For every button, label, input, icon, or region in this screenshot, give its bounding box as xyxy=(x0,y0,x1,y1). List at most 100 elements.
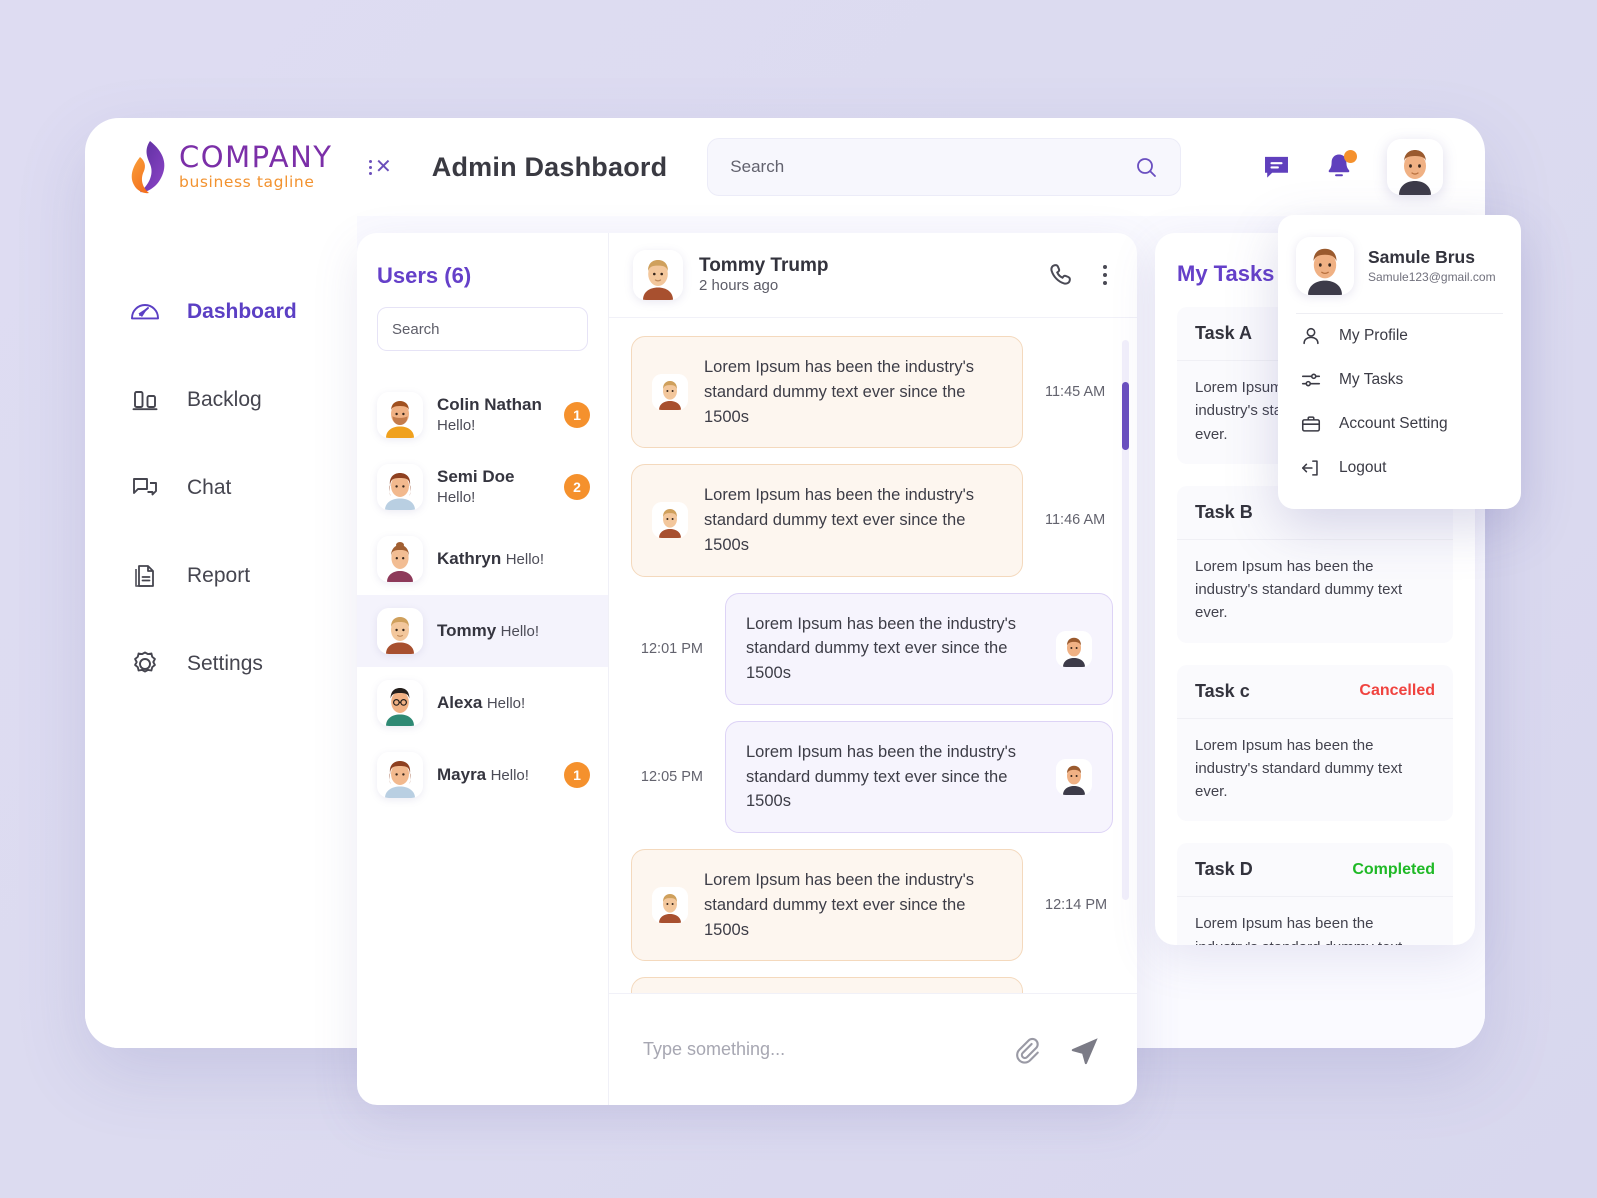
message-text: Lorem Ipsum has been the industry's stan… xyxy=(704,358,975,426)
dropdown-item-my-profile[interactable]: My Profile xyxy=(1278,314,1521,358)
sidebar-item-chat[interactable]: Chat xyxy=(85,444,357,532)
notification-dot xyxy=(1344,150,1357,163)
user-name: Tommy xyxy=(437,620,497,640)
list-item[interactable]: Mayra Hello! 1 xyxy=(357,739,608,811)
message-row: Lorem Ipsum has been the industry's stan… xyxy=(631,849,1113,962)
list-item[interactable]: Tommy Hello! xyxy=(357,595,608,667)
task-card[interactable]: Task D Completed Lorem Ipsum has been th… xyxy=(1177,843,1453,945)
user-name: Semi Doe xyxy=(437,467,515,487)
message-bubble: Lorem Ipsum has been the industry's stan… xyxy=(725,720,1113,833)
list-item-meta: Tommy Hello! xyxy=(437,620,590,642)
message-input[interactable] xyxy=(643,1039,983,1060)
sidebar: Dashboard Backlog Chat Report Settings xyxy=(85,216,357,1048)
avatar xyxy=(377,680,423,726)
status-badge: Cancelled xyxy=(1359,682,1435,699)
task-name: Task A xyxy=(1195,323,1253,343)
menu-dots-icon xyxy=(369,159,372,175)
message-row: Lorem Ipsum has been the industry's stan… xyxy=(631,977,1113,993)
message-row: Lorem Ipsum has been the industry's stan… xyxy=(631,464,1113,577)
dropdown-item-account-setting[interactable]: Account Setting xyxy=(1278,402,1521,446)
dropdown-item-my-tasks[interactable]: My Tasks xyxy=(1278,358,1521,402)
sliders-icon xyxy=(1301,373,1321,387)
conversation-header: Tommy Trump 2 hours ago xyxy=(609,233,1137,318)
task-card[interactable]: Task B Lorem Ipsum has been the industry… xyxy=(1177,485,1453,643)
close-icon: ✕ xyxy=(375,156,392,178)
message-text: Lorem Ipsum has been the industry's stan… xyxy=(746,742,1017,811)
users-search[interactable] xyxy=(377,307,591,351)
more-vertical-icon[interactable] xyxy=(1103,265,1107,285)
sidebar-item-report[interactable]: Report xyxy=(85,532,357,620)
user-name: Colin Nathan xyxy=(437,395,542,415)
avatar xyxy=(652,374,688,411)
sidebar-item-label: Report xyxy=(187,564,251,587)
bell-icon[interactable] xyxy=(1325,150,1357,182)
user-name: Mayra xyxy=(437,764,487,784)
user-preview: Hello! xyxy=(437,488,476,506)
global-search[interactable] xyxy=(707,138,1182,196)
sidebar-item-label: Chat xyxy=(187,476,232,499)
avatar xyxy=(377,608,423,654)
user-name: Alexa xyxy=(437,692,483,712)
search-icon[interactable] xyxy=(1134,155,1158,179)
sidebar-item-label: Settings xyxy=(187,652,263,675)
scrollbar-thumb[interactable] xyxy=(1122,382,1129,450)
task-description: Lorem Ipsum has been the industry's stan… xyxy=(1195,736,1403,801)
dropdown-item-label: Logout xyxy=(1339,459,1387,476)
phone-icon[interactable] xyxy=(1047,261,1075,289)
dropdown-item-logout[interactable]: Logout xyxy=(1278,446,1521,490)
profile-avatar-button[interactable] xyxy=(1387,139,1443,195)
profile-dropdown: Samule Brus Samule123@gmail.com My Profi… xyxy=(1278,215,1521,509)
message-bubble: Lorem Ipsum has been the industry's stan… xyxy=(631,464,1023,577)
conversation-actions xyxy=(1047,261,1107,289)
chat-card: Users (6) Search Colin Nathan Hello! 1 S… xyxy=(357,233,1137,1105)
task-header: Task D Completed xyxy=(1177,843,1453,898)
speedometer-icon xyxy=(128,295,162,329)
users-panel-title: Users (6) xyxy=(377,263,472,288)
contact-name: Tommy Trump xyxy=(699,255,829,276)
paperclip-icon[interactable] xyxy=(1011,1035,1041,1065)
users-search-input[interactable] xyxy=(392,320,591,338)
send-icon[interactable] xyxy=(1069,1034,1101,1066)
unread-badge: 1 xyxy=(564,402,590,428)
message-time: 12:05 PM xyxy=(640,768,703,785)
message-time: 12:14 PM xyxy=(1045,897,1108,914)
app-window: COMPANY business tagline ✕ Admin Dashbao… xyxy=(85,118,1485,1105)
search-input[interactable] xyxy=(730,157,1135,177)
chat-bubbles-icon xyxy=(128,471,162,505)
brand-logo[interactable]: COMPANY business tagline xyxy=(85,118,357,216)
list-item[interactable]: Colin Nathan Hello! 1 xyxy=(357,379,608,451)
list-item-meta: Semi Doe Hello! xyxy=(437,466,550,508)
sidebar-item-settings[interactable]: Settings xyxy=(85,620,357,708)
message-icon-glyph xyxy=(1265,156,1288,178)
dropdown-item-label: My Tasks xyxy=(1339,371,1404,388)
menu-close-icon[interactable]: ✕ xyxy=(369,157,392,177)
sidebar-item-backlog[interactable]: Backlog xyxy=(85,356,357,444)
message-text: Lorem Ipsum has been the industry's stan… xyxy=(704,486,975,554)
task-name: Task B xyxy=(1195,501,1253,522)
message-text: Lorem Ipsum has been the industry's stan… xyxy=(746,614,1017,683)
message-icon[interactable] xyxy=(1262,153,1291,182)
message-row: 12:05 PM Lorem Ipsum has been the indust… xyxy=(631,720,1113,833)
message-scrollbar[interactable] xyxy=(1122,340,1129,900)
message-row: 12:01 PM Lorem Ipsum has been the indust… xyxy=(631,592,1113,705)
avatar xyxy=(1296,237,1354,295)
message-bubble: Lorem Ipsum has been the industry's stan… xyxy=(631,336,1023,449)
avatar xyxy=(652,502,688,539)
message-time: 11:46 AM xyxy=(1045,512,1106,529)
task-card[interactable]: Task c Cancelled Lorem Ipsum has been th… xyxy=(1177,664,1453,822)
dropdown-item-label: My Profile xyxy=(1339,327,1408,344)
message-composer xyxy=(609,993,1137,1105)
brand-name: COMPANY xyxy=(179,140,333,175)
sidebar-item-label: Backlog xyxy=(187,388,262,411)
task-name: Task c xyxy=(1195,680,1250,701)
sidebar-item-label: Dashboard xyxy=(187,300,297,323)
avatar xyxy=(377,392,423,438)
list-item-meta: Mayra Hello! xyxy=(437,764,550,786)
list-item[interactable]: Kathryn Hello! xyxy=(357,523,608,595)
task-description: Lorem Ipsum has been the industry's stan… xyxy=(1195,557,1403,622)
list-item[interactable]: Alexa Hello! xyxy=(357,667,608,739)
documents-icon xyxy=(128,559,162,593)
sidebar-item-dashboard[interactable]: Dashboard xyxy=(85,268,357,356)
conversation-panel: Tommy Trump 2 hours ago Lorem Ipsum has … xyxy=(609,233,1137,1105)
list-item[interactable]: Semi Doe Hello! 2 xyxy=(357,451,608,523)
